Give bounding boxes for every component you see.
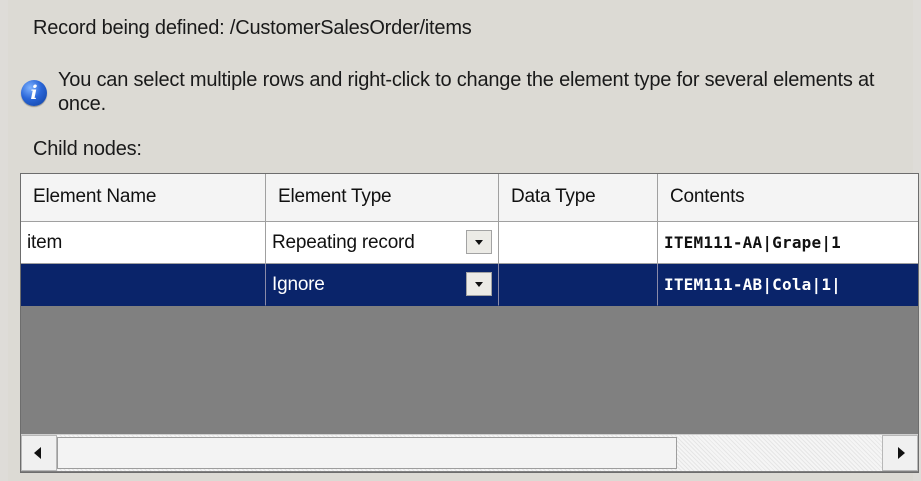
info-icon: i xyxy=(21,80,47,106)
element-name-cell[interactable]: item xyxy=(21,222,266,264)
child-nodes-grid[interactable]: Element Name Element Type Data Type Cont… xyxy=(20,173,919,473)
scroll-left-button[interactable] xyxy=(21,435,57,471)
content: Record being defined: /CustomerSalesOrde… xyxy=(0,0,921,481)
column-header-element-type[interactable]: Element Type xyxy=(266,174,499,221)
data-type-cell[interactable] xyxy=(499,264,658,306)
element-name-cell[interactable] xyxy=(21,264,266,306)
table-row-selected[interactable]: Ignore ITEM111-AB|Cola|1| xyxy=(21,264,918,306)
info-message: You can select multiple rows and right-c… xyxy=(58,69,875,115)
column-header-element-name[interactable]: Element Name xyxy=(21,174,266,221)
element-type-value: Repeating record xyxy=(272,232,415,253)
contents-cell[interactable]: ITEM111-AA|Grape|1 xyxy=(658,222,918,264)
horizontal-scrollbar[interactable] xyxy=(21,434,918,471)
child-nodes-label: Child nodes: xyxy=(33,138,142,160)
scroll-thumb[interactable] xyxy=(57,437,677,469)
data-type-cell[interactable] xyxy=(499,222,658,264)
contents-cell[interactable]: ITEM111-AB|Cola|1| xyxy=(658,264,918,306)
record-being-defined-label: Record being defined: /CustomerSalesOrde… xyxy=(33,17,472,39)
grid-header-row: Element Name Element Type Data Type Cont… xyxy=(21,174,918,222)
column-header-contents[interactable]: Contents xyxy=(658,174,918,221)
element-type-dropdown-button[interactable] xyxy=(466,230,492,254)
table-row[interactable]: item Repeating record ITEM111-AA|Grape|1 xyxy=(21,222,918,264)
element-type-cell[interactable]: Repeating record xyxy=(266,222,499,264)
element-type-value: Ignore xyxy=(272,274,325,295)
element-type-cell[interactable]: Ignore xyxy=(266,264,499,306)
column-header-data-type[interactable]: Data Type xyxy=(499,174,658,221)
scroll-right-button[interactable] xyxy=(882,435,918,471)
element-type-dropdown-button[interactable] xyxy=(466,272,492,296)
